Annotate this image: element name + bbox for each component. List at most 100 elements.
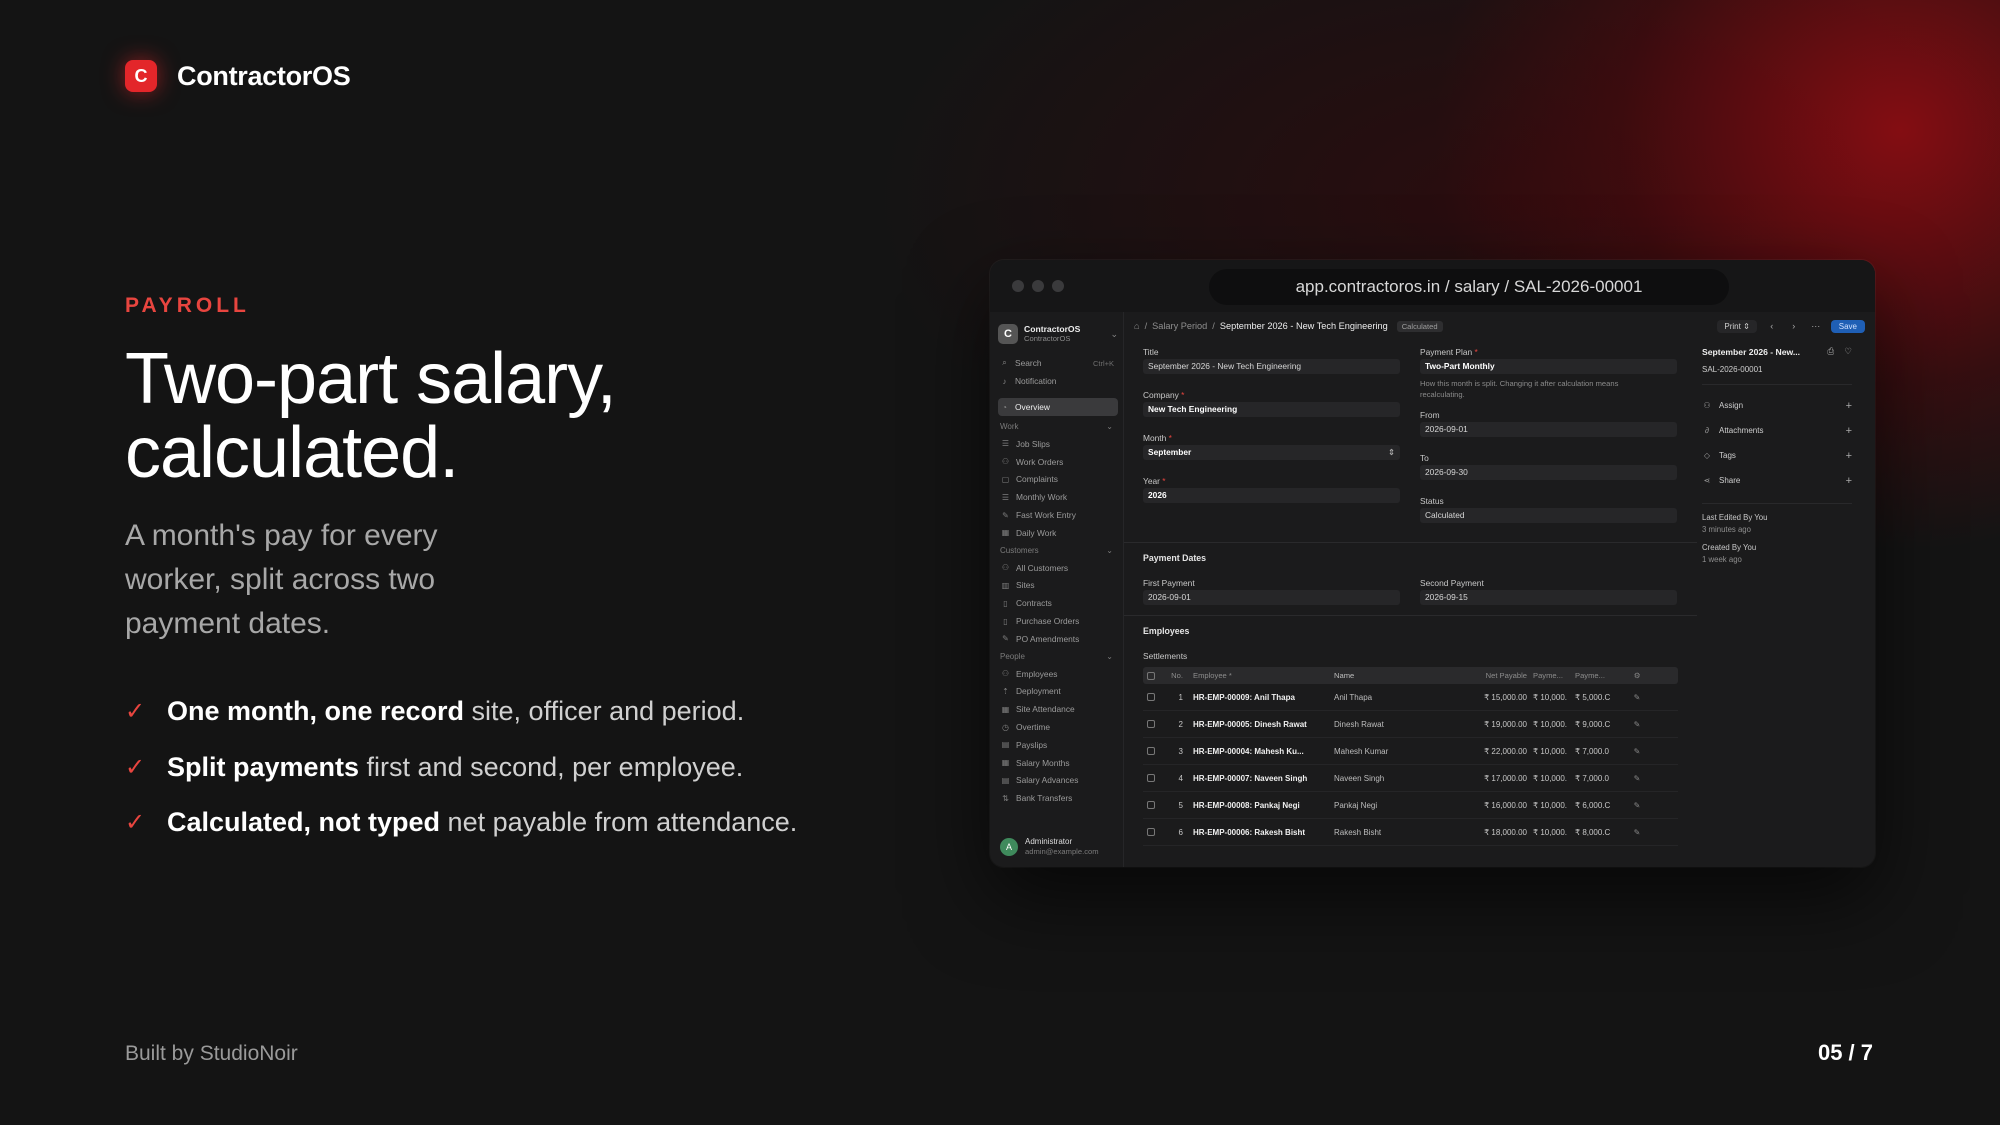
sidebar-item-sites[interactable]: ▥ Sites [998, 577, 1118, 595]
cell-no: 2 [1178, 719, 1183, 729]
save-button[interactable]: Save [1830, 319, 1865, 333]
tags-row[interactable]: ◇ Tags + [1702, 443, 1852, 468]
feature-bold: One month, one record [167, 696, 465, 727]
sidebar-item-overtime[interactable]: ◷ Overtime [998, 718, 1118, 736]
workspace-switcher[interactable]: C ContractorOS ContractorOS ⌄ [998, 320, 1118, 348]
more-icon[interactable]: ··· [1809, 321, 1823, 331]
row-select-cell[interactable] [1143, 693, 1159, 701]
cell-employee: HR-EMP-00004: Mahesh Ku... [1193, 746, 1304, 756]
sidebar-section-title: Customers [1000, 545, 1039, 555]
workspace-name: ContractorOS [1024, 324, 1081, 334]
sidebar-item-all-customers[interactable]: ⚇ All Customers [998, 559, 1118, 577]
table-row[interactable]: 3 HR-EMP-00004: Mahesh Ku... Mahesh Kumar ₹… [1143, 738, 1678, 765]
sidebar-item-bank-transfers[interactable]: ⇅ Bank Transfers [998, 789, 1118, 807]
sidebar-search[interactable]: ⌕ Search Ctrl+K [998, 354, 1118, 372]
from-date-field[interactable]: 2026-09-01 [1420, 422, 1677, 437]
share-row[interactable]: ⋖ Share + [1702, 468, 1852, 493]
home-icon[interactable]: ⌂ [1134, 321, 1140, 331]
heart-icon[interactable]: ♡ [1844, 346, 1852, 357]
sidebar-item-label: Daily Work [1016, 527, 1057, 538]
row-select-cell[interactable] [1143, 774, 1159, 782]
payment-plan-field[interactable]: Two-Part Monthly [1420, 359, 1677, 374]
cell-name: Anil Thapa [1334, 692, 1373, 702]
sidebar-item-po-amendments[interactable]: ✎ PO Amendments [998, 630, 1118, 648]
chevron-down-icon: ⌄ [1106, 545, 1113, 555]
attachments-row[interactable]: ∂ Attachments + [1702, 418, 1852, 443]
next-icon[interactable]: › [1787, 321, 1801, 331]
meta-icons: ⎙ ♡ [1827, 346, 1852, 357]
user-profile[interactable]: A Administrator admin@example.com [1000, 837, 1099, 857]
plus-icon[interactable]: + [1846, 425, 1852, 437]
prev-icon[interactable]: ‹ [1765, 321, 1779, 331]
minimize-window-dot[interactable] [1032, 280, 1044, 292]
sidebar-item-overview[interactable]: ◔ Overview [998, 398, 1118, 416]
url-bar[interactable]: app.contractoros.in / salary / SAL-2026-… [1209, 269, 1729, 305]
row-select-cell[interactable] [1143, 801, 1159, 809]
sidebar-item-site-attendance[interactable]: ▦ Site Attendance [998, 700, 1118, 718]
sidebar-item-salary-months[interactable]: ▦ Salary Months [998, 754, 1118, 772]
row-checkbox[interactable] [1147, 801, 1155, 809]
sidebar-item-fast-work-entry[interactable]: ✎ Fast Work Entry [998, 506, 1118, 524]
sidebar-section-people[interactable]: People ⌄ [998, 648, 1118, 665]
row-select-cell[interactable] [1143, 747, 1159, 755]
table-row[interactable]: 5 HR-EMP-00008: Pankaj Negi Pankaj Negi ₹ 1… [1143, 792, 1678, 819]
sidebar-item-purchase-orders[interactable]: ▯ Purchase Orders [998, 612, 1118, 630]
to-date-field[interactable]: 2026-09-30 [1420, 465, 1677, 480]
edit-icon[interactable]: ✎ [1617, 774, 1657, 783]
print-button[interactable]: Print ⇕ [1717, 319, 1757, 333]
assign-row[interactable]: ⚇ Assign + [1702, 393, 1852, 418]
sidebar-item-work-orders[interactable]: ⚇ Work Orders [998, 453, 1118, 471]
last-edited-value: 3 minutes ago [1702, 525, 1751, 534]
feature-text: One month, one record site, officer and … [167, 696, 744, 727]
edit-icon[interactable]: ✎ [1617, 693, 1657, 702]
row-checkbox[interactable] [1147, 747, 1155, 755]
plus-icon[interactable]: + [1846, 475, 1852, 487]
edit-icon[interactable]: ✎ [1617, 801, 1657, 810]
edit-icon[interactable]: ✎ [1617, 720, 1657, 729]
row-checkbox[interactable] [1147, 693, 1155, 701]
file-icon: ▯ [1003, 598, 1008, 608]
sidebar-item-daily-work[interactable]: ▦ Daily Work [998, 524, 1118, 542]
row-checkbox[interactable] [1147, 828, 1155, 836]
sidebar-section-work[interactable]: Work ⌄ [998, 418, 1118, 435]
sidebar-item-payslips[interactable]: ▤ Payslips [998, 736, 1118, 754]
breadcrumb-parent[interactable]: Salary Period [1152, 321, 1207, 331]
company-field[interactable]: New Tech Engineering [1143, 402, 1400, 417]
feature-item: ✓ One month, one record site, officer an… [125, 684, 797, 740]
sidebar-notification[interactable]: ♪ Notification [998, 372, 1118, 390]
cell-payment-2: ₹ 9,000.C [1575, 719, 1611, 729]
year-field[interactable]: 2026 [1143, 488, 1400, 503]
second-payment-field[interactable]: 2026-09-15 [1420, 590, 1677, 605]
maximize-window-dot[interactable] [1052, 280, 1064, 292]
sidebar-section-customers[interactable]: Customers ⌄ [998, 542, 1118, 559]
company-label: Company * [1143, 389, 1400, 402]
edit-icon[interactable]: ✎ [1617, 828, 1657, 837]
row-select-cell[interactable] [1143, 828, 1159, 836]
first-payment-field[interactable]: 2026-09-01 [1143, 590, 1400, 605]
row-checkbox[interactable] [1147, 720, 1155, 728]
table-row[interactable]: 2 HR-EMP-00005: Dinesh Rawat Dinesh Rawat ₹… [1143, 711, 1678, 738]
sidebar-item-employees[interactable]: ⚇ Employees [998, 665, 1118, 683]
sidebar-item-complaints[interactable]: ▢ Complaints [998, 471, 1118, 489]
table-row[interactable]: 4 HR-EMP-00007: Naveen Singh Naveen Singh ₹… [1143, 765, 1678, 792]
month-select[interactable]: September ⇕ [1143, 445, 1400, 460]
select-all-checkbox[interactable] [1147, 671, 1155, 680]
printer-icon[interactable]: ⎙ [1827, 346, 1834, 357]
sidebar-item-salary-advances[interactable]: ▤ Salary Advances [998, 772, 1118, 790]
sidebar-item-monthly-work[interactable]: ☰ Monthly Work [998, 488, 1118, 506]
sidebar-item-contracts[interactable]: ▯ Contracts [998, 594, 1118, 612]
sidebar-item-job-slips[interactable]: ☰ Job Slips [998, 435, 1118, 453]
table-row[interactable]: 6 HR-EMP-00006: Rakesh Bisht Rakesh Bisht ₹… [1143, 819, 1678, 846]
title-field[interactable]: September 2026 - New Tech Engineering [1143, 359, 1400, 374]
plus-icon[interactable]: + [1846, 400, 1852, 412]
feature-text: Calculated, not typed net payable from a… [167, 807, 797, 838]
settings-icon[interactable]: ⚙ [1617, 671, 1657, 680]
sidebar-item-deployment[interactable]: ⇡ Deployment [998, 683, 1118, 701]
table-row[interactable]: 1 HR-EMP-00009: Anil Thapa Anil Thapa ₹ 15,… [1143, 684, 1678, 711]
close-window-dot[interactable] [1012, 280, 1024, 292]
row-select-cell[interactable] [1143, 720, 1159, 728]
row-checkbox[interactable] [1147, 774, 1155, 782]
edit-icon[interactable]: ✎ [1617, 747, 1657, 756]
plus-icon[interactable]: + [1846, 450, 1852, 462]
select-all-cell[interactable] [1143, 671, 1159, 680]
